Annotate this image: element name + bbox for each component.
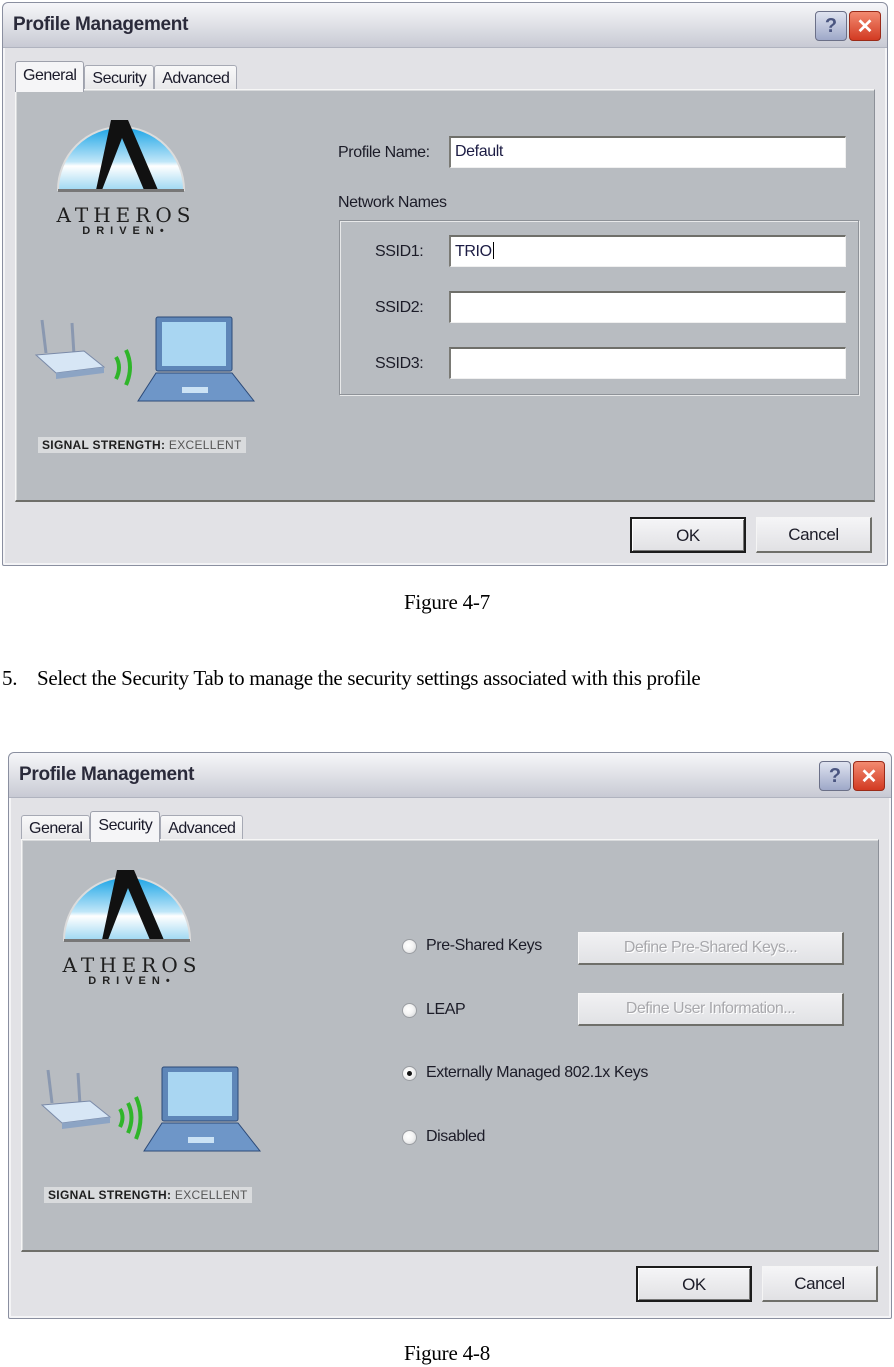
- ok-button[interactable]: OK: [630, 517, 746, 553]
- router-icon: [34, 319, 106, 379]
- define-user-information-button[interactable]: Define User Information...: [578, 993, 844, 1026]
- signal-strength: SIGNAL STRENGTH: EXCELLENT: [44, 1187, 252, 1203]
- close-x-icon: ✕: [860, 765, 878, 788]
- atheros-dome-icon: [62, 870, 192, 942]
- radio-leap[interactable]: LEAP: [402, 1001, 466, 1019]
- close-x-icon: ✕: [856, 15, 874, 38]
- radio-button-unchecked[interactable]: [402, 1129, 417, 1145]
- signal-waves-icon: [118, 1096, 143, 1140]
- tab-strip: General Security Advanced: [15, 61, 238, 92]
- cancel-button[interactable]: Cancel: [762, 1266, 878, 1302]
- signal-strength-label: SIGNAL STRENGTH:: [42, 438, 166, 452]
- define-pre-shared-keys-button[interactable]: Define Pre-Shared Keys...: [578, 932, 844, 965]
- signal-waves-icon: [114, 349, 132, 386]
- logo-wordmark: ATHEROS: [62, 953, 202, 977]
- ok-button[interactable]: OK: [636, 1266, 752, 1302]
- tab-panel-security: ATHEROS DRIVEN• SIGNAL STRENGTH: EXCELLE…: [21, 839, 879, 1252]
- ssid1-input[interactable]: TRIO: [449, 235, 846, 267]
- tab-strip: General Security Advanced: [21, 811, 244, 842]
- atheros-logo: ATHEROS DRIVEN•: [62, 862, 202, 987]
- ssid1-value: TRIO: [455, 243, 492, 260]
- ssid2-label: SSID2:: [375, 299, 424, 316]
- signal-strength-value: EXCELLENT: [168, 438, 242, 452]
- ssid2-input[interactable]: [449, 291, 846, 323]
- tab-advanced[interactable]: Advanced: [154, 65, 238, 92]
- radio-button-checked[interactable]: [402, 1065, 417, 1081]
- atheros-dome-icon: [56, 120, 186, 192]
- radio-button-unchecked[interactable]: [402, 938, 417, 954]
- help-button[interactable]: ?: [815, 11, 847, 41]
- question-mark-icon: ?: [828, 764, 842, 787]
- profile-management-dialog-security: Profile Management ? ✕ General Security …: [8, 752, 892, 1319]
- laptop-icon: [143, 1066, 262, 1152]
- ssid3-label: SSID3:: [375, 355, 424, 372]
- tab-general[interactable]: General: [15, 61, 85, 92]
- figure-caption: Figure 4-7: [403, 590, 491, 614]
- title-bar: Profile Management ? ✕: [9, 753, 891, 798]
- question-mark-icon: ?: [824, 14, 838, 37]
- logo-wordmark: ATHEROS: [56, 203, 196, 227]
- help-button[interactable]: ?: [819, 761, 851, 791]
- profile-name-input[interactable]: Default: [449, 136, 846, 168]
- signal-strength: SIGNAL STRENGTH: EXCELLENT: [38, 437, 246, 453]
- radio-label: LEAP: [426, 1001, 466, 1018]
- title-bar: Profile Management ? ✕: [3, 3, 887, 48]
- tab-security[interactable]: Security: [84, 65, 155, 92]
- ssid1-label: SSID1:: [375, 243, 424, 260]
- laptop-icon: [137, 316, 256, 402]
- ssid3-input[interactable]: [449, 347, 846, 379]
- radio-externally-managed-8021x[interactable]: Externally Managed 802.1x Keys: [402, 1064, 648, 1082]
- figure-caption: Figure 4-8: [403, 1341, 491, 1365]
- tab-advanced[interactable]: Advanced: [160, 815, 244, 842]
- tab-security[interactable]: Security: [90, 811, 161, 842]
- dialog-title: Profile Management: [13, 14, 189, 35]
- step-text: Select the Security Tab to manage the se…: [37, 666, 701, 690]
- text-caret: [492, 242, 494, 259]
- close-button[interactable]: ✕: [853, 761, 885, 791]
- profile-name-label: Profile Name:: [338, 144, 430, 161]
- network-names-label: Network Names: [338, 194, 447, 211]
- radio-label: Disabled: [426, 1128, 486, 1145]
- router-laptop-signal-illustration: [34, 316, 256, 402]
- close-button[interactable]: ✕: [849, 11, 881, 41]
- radio-disabled[interactable]: Disabled: [402, 1128, 485, 1146]
- radio-label: Pre-Shared Keys: [426, 937, 542, 954]
- instruction-step: 5. Select the Security Tab to manage the …: [2, 666, 701, 691]
- router-laptop-signal-illustration: [40, 1066, 262, 1152]
- radio-pre-shared-keys[interactable]: Pre-Shared Keys: [402, 937, 542, 955]
- signal-strength-label: SIGNAL STRENGTH:: [48, 1188, 172, 1202]
- step-number: 5.: [2, 666, 18, 690]
- radio-button-unchecked[interactable]: [402, 1002, 417, 1018]
- router-icon: [40, 1069, 112, 1129]
- dialog-title: Profile Management: [19, 764, 195, 785]
- cancel-button[interactable]: Cancel: [756, 517, 872, 553]
- tab-panel-general: ATHEROS DRIVEN• SIGNAL STRENGTH: EXCELLE…: [15, 89, 875, 502]
- profile-management-dialog-general: Profile Management ? ✕ General Security …: [2, 2, 888, 566]
- atheros-logo: ATHEROS DRIVEN•: [56, 112, 196, 237]
- signal-strength-value: EXCELLENT: [174, 1188, 248, 1202]
- tab-general[interactable]: General: [21, 815, 91, 842]
- radio-label: Externally Managed 802.1x Keys: [426, 1064, 648, 1081]
